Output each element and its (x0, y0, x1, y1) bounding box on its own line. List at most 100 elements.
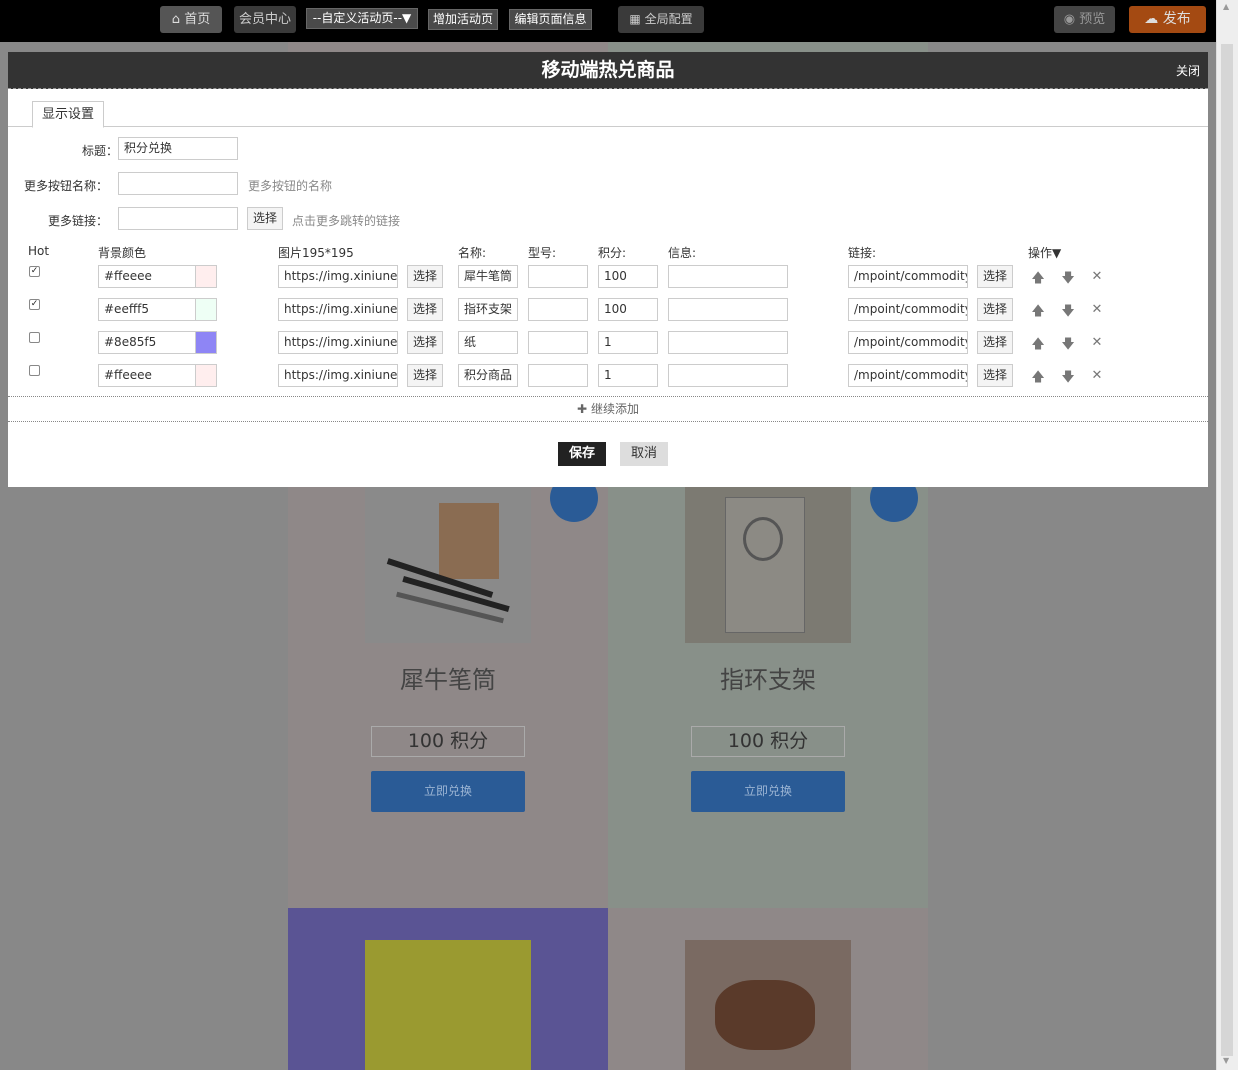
model-input[interactable] (528, 364, 588, 387)
link-select-button[interactable]: 选择 (977, 331, 1013, 354)
image-url-input[interactable]: https://img.xiniunet.c (278, 364, 398, 387)
link-input[interactable]: /mpoint/commodity/1 (848, 265, 968, 288)
dialog-title: 移动端热兑商品 (541, 59, 675, 81)
hot-checkbox[interactable] (29, 332, 40, 343)
info-input[interactable] (668, 298, 788, 321)
scroll-down-icon[interactable]: ▼ (1223, 1056, 1229, 1065)
bg-color-input[interactable]: #eefff5 (98, 298, 196, 321)
points-input[interactable]: 100 (598, 298, 658, 321)
image-select-button[interactable]: 选择 (407, 331, 443, 354)
info-input[interactable] (668, 331, 788, 354)
col-header-operations[interactable]: 操作▼ (1028, 244, 1061, 261)
color-swatch[interactable] (195, 265, 217, 288)
bg-color-input[interactable]: #ffeeee (98, 265, 196, 288)
add-more-label: 继续添加 (590, 402, 639, 416)
more-link-input[interactable] (118, 207, 238, 230)
arrow-up-icon[interactable]: 🡅 (1031, 335, 1045, 357)
dialog-close-button[interactable]: 关闭 (1176, 62, 1200, 79)
link-input[interactable]: /mpoint/commodity/1 (848, 331, 968, 354)
col-header-info: 信息: (668, 246, 697, 260)
points-input[interactable]: 1 (598, 364, 658, 387)
model-input[interactable] (528, 265, 588, 288)
image-select-button[interactable]: 选择 (407, 298, 443, 321)
name-input[interactable]: 犀牛笔筒 (458, 265, 518, 288)
arrow-down-icon[interactable]: 🡇 (1061, 269, 1075, 291)
title-input[interactable]: 积分兑换 (118, 137, 238, 160)
bg-color-input[interactable]: #ffeeee (98, 364, 196, 387)
cancel-button[interactable]: 取消 (620, 442, 668, 466)
arrow-down-icon[interactable]: 🡇 (1061, 368, 1075, 390)
col-header-name: 名称: (458, 246, 487, 260)
color-swatch[interactable] (195, 331, 217, 354)
color-swatch[interactable] (195, 298, 217, 321)
image-url-input[interactable]: https://img.xiniunet.c (278, 331, 398, 354)
save-button[interactable]: 保存 (558, 442, 606, 466)
link-input[interactable]: /mpoint/commodity/1 (848, 298, 968, 321)
col-header-points: 积分: (598, 246, 627, 260)
bg-product-image-ring-holder (685, 487, 851, 643)
col-header-hot: Hot (28, 244, 50, 258)
more-button-name-input[interactable] (118, 172, 238, 195)
scrollbar-thumb[interactable] (1221, 44, 1233, 1056)
global-config-label: 全局配置 (644, 12, 693, 26)
publish-label: 发布 (1162, 11, 1191, 27)
arrow-down-icon[interactable]: 🡇 (1061, 302, 1075, 324)
bg-product-points: 100 积分 (691, 726, 845, 757)
model-input[interactable] (528, 298, 588, 321)
delete-x-icon[interactable]: ✕ (1090, 269, 1104, 284)
preview-label: 预览 (1079, 12, 1106, 27)
link-select-button[interactable]: 选择 (977, 265, 1013, 288)
name-input[interactable]: 纸 (458, 331, 518, 354)
bg-product-card (608, 908, 928, 1070)
info-input[interactable] (668, 364, 788, 387)
member-center-button[interactable]: 会员中心 (234, 6, 296, 33)
preview-button[interactable]: ◉ 预览 (1054, 6, 1115, 33)
bg-product-card (288, 908, 608, 1070)
bg-color-input[interactable]: #8e85f5 (98, 331, 196, 354)
delete-x-icon[interactable]: ✕ (1090, 368, 1104, 383)
model-input[interactable] (528, 331, 588, 354)
image-select-button[interactable]: 选择 (407, 364, 443, 387)
arrow-up-icon[interactable]: 🡅 (1031, 302, 1045, 324)
bg-product-name: 指环支架 (720, 666, 816, 694)
hot-checkbox[interactable]: ✓ (29, 299, 40, 310)
image-url-input[interactable]: https://img.xiniunet.c (278, 298, 398, 321)
arrow-up-icon[interactable]: 🡅 (1031, 269, 1045, 291)
info-input[interactable] (668, 265, 788, 288)
add-activity-button[interactable]: 增加活动页 (428, 9, 498, 30)
global-config-button[interactable]: ▦ 全局配置 (618, 6, 704, 33)
col-header-link: 链接: (848, 246, 877, 260)
arrow-down-icon[interactable]: 🡇 (1061, 335, 1075, 357)
tab-bar: 显示设置 (8, 90, 1208, 128)
window-scrollbar[interactable]: ▲ ▼ (1216, 0, 1238, 1070)
arrow-up-icon[interactable]: 🡅 (1031, 368, 1045, 390)
col-header-image: 图片195*195 (278, 246, 354, 260)
image-url-input[interactable]: https://img.xiniunet.c (278, 265, 398, 288)
name-input[interactable]: 积分商品 (458, 364, 518, 387)
hot-checkbox[interactable] (29, 365, 40, 376)
link-input[interactable]: /mpoint/commodity/1 (848, 364, 968, 387)
color-swatch[interactable] (195, 364, 217, 387)
scroll-up-icon[interactable]: ▲ (1223, 2, 1229, 11)
link-select-button[interactable]: 选择 (977, 364, 1013, 387)
custom-select-value: --自定义活动页-- (312, 11, 403, 25)
publish-button[interactable]: ☁ 发布 (1129, 6, 1206, 33)
hot-checkbox[interactable]: ✓ (29, 266, 40, 277)
name-input[interactable]: 指环支架 (458, 298, 518, 321)
link-select-button[interactable]: 选择 (977, 298, 1013, 321)
cloud-upload-icon: ☁ (1144, 11, 1159, 27)
more-link-select-button[interactable]: 选择 (247, 207, 283, 230)
plus-icon: ✚ (577, 402, 588, 416)
delete-x-icon[interactable]: ✕ (1090, 335, 1104, 350)
add-more-row-button[interactable]: ✚ 继续添加 (8, 396, 1208, 422)
edit-page-info-button[interactable]: 编辑页面信息 (509, 9, 592, 30)
points-input[interactable]: 1 (598, 331, 658, 354)
image-select-button[interactable]: 选择 (407, 265, 443, 288)
home-icon: ⌂ (171, 12, 181, 27)
tab-display-settings[interactable]: 显示设置 (32, 101, 105, 128)
bg-product-image-paper (365, 940, 531, 1070)
delete-x-icon[interactable]: ✕ (1090, 302, 1104, 317)
home-button[interactable]: ⌂ 首页 (160, 6, 222, 33)
custom-activity-select[interactable]: --自定义活动页--▼ (306, 8, 418, 29)
points-input[interactable]: 100 (598, 265, 658, 288)
